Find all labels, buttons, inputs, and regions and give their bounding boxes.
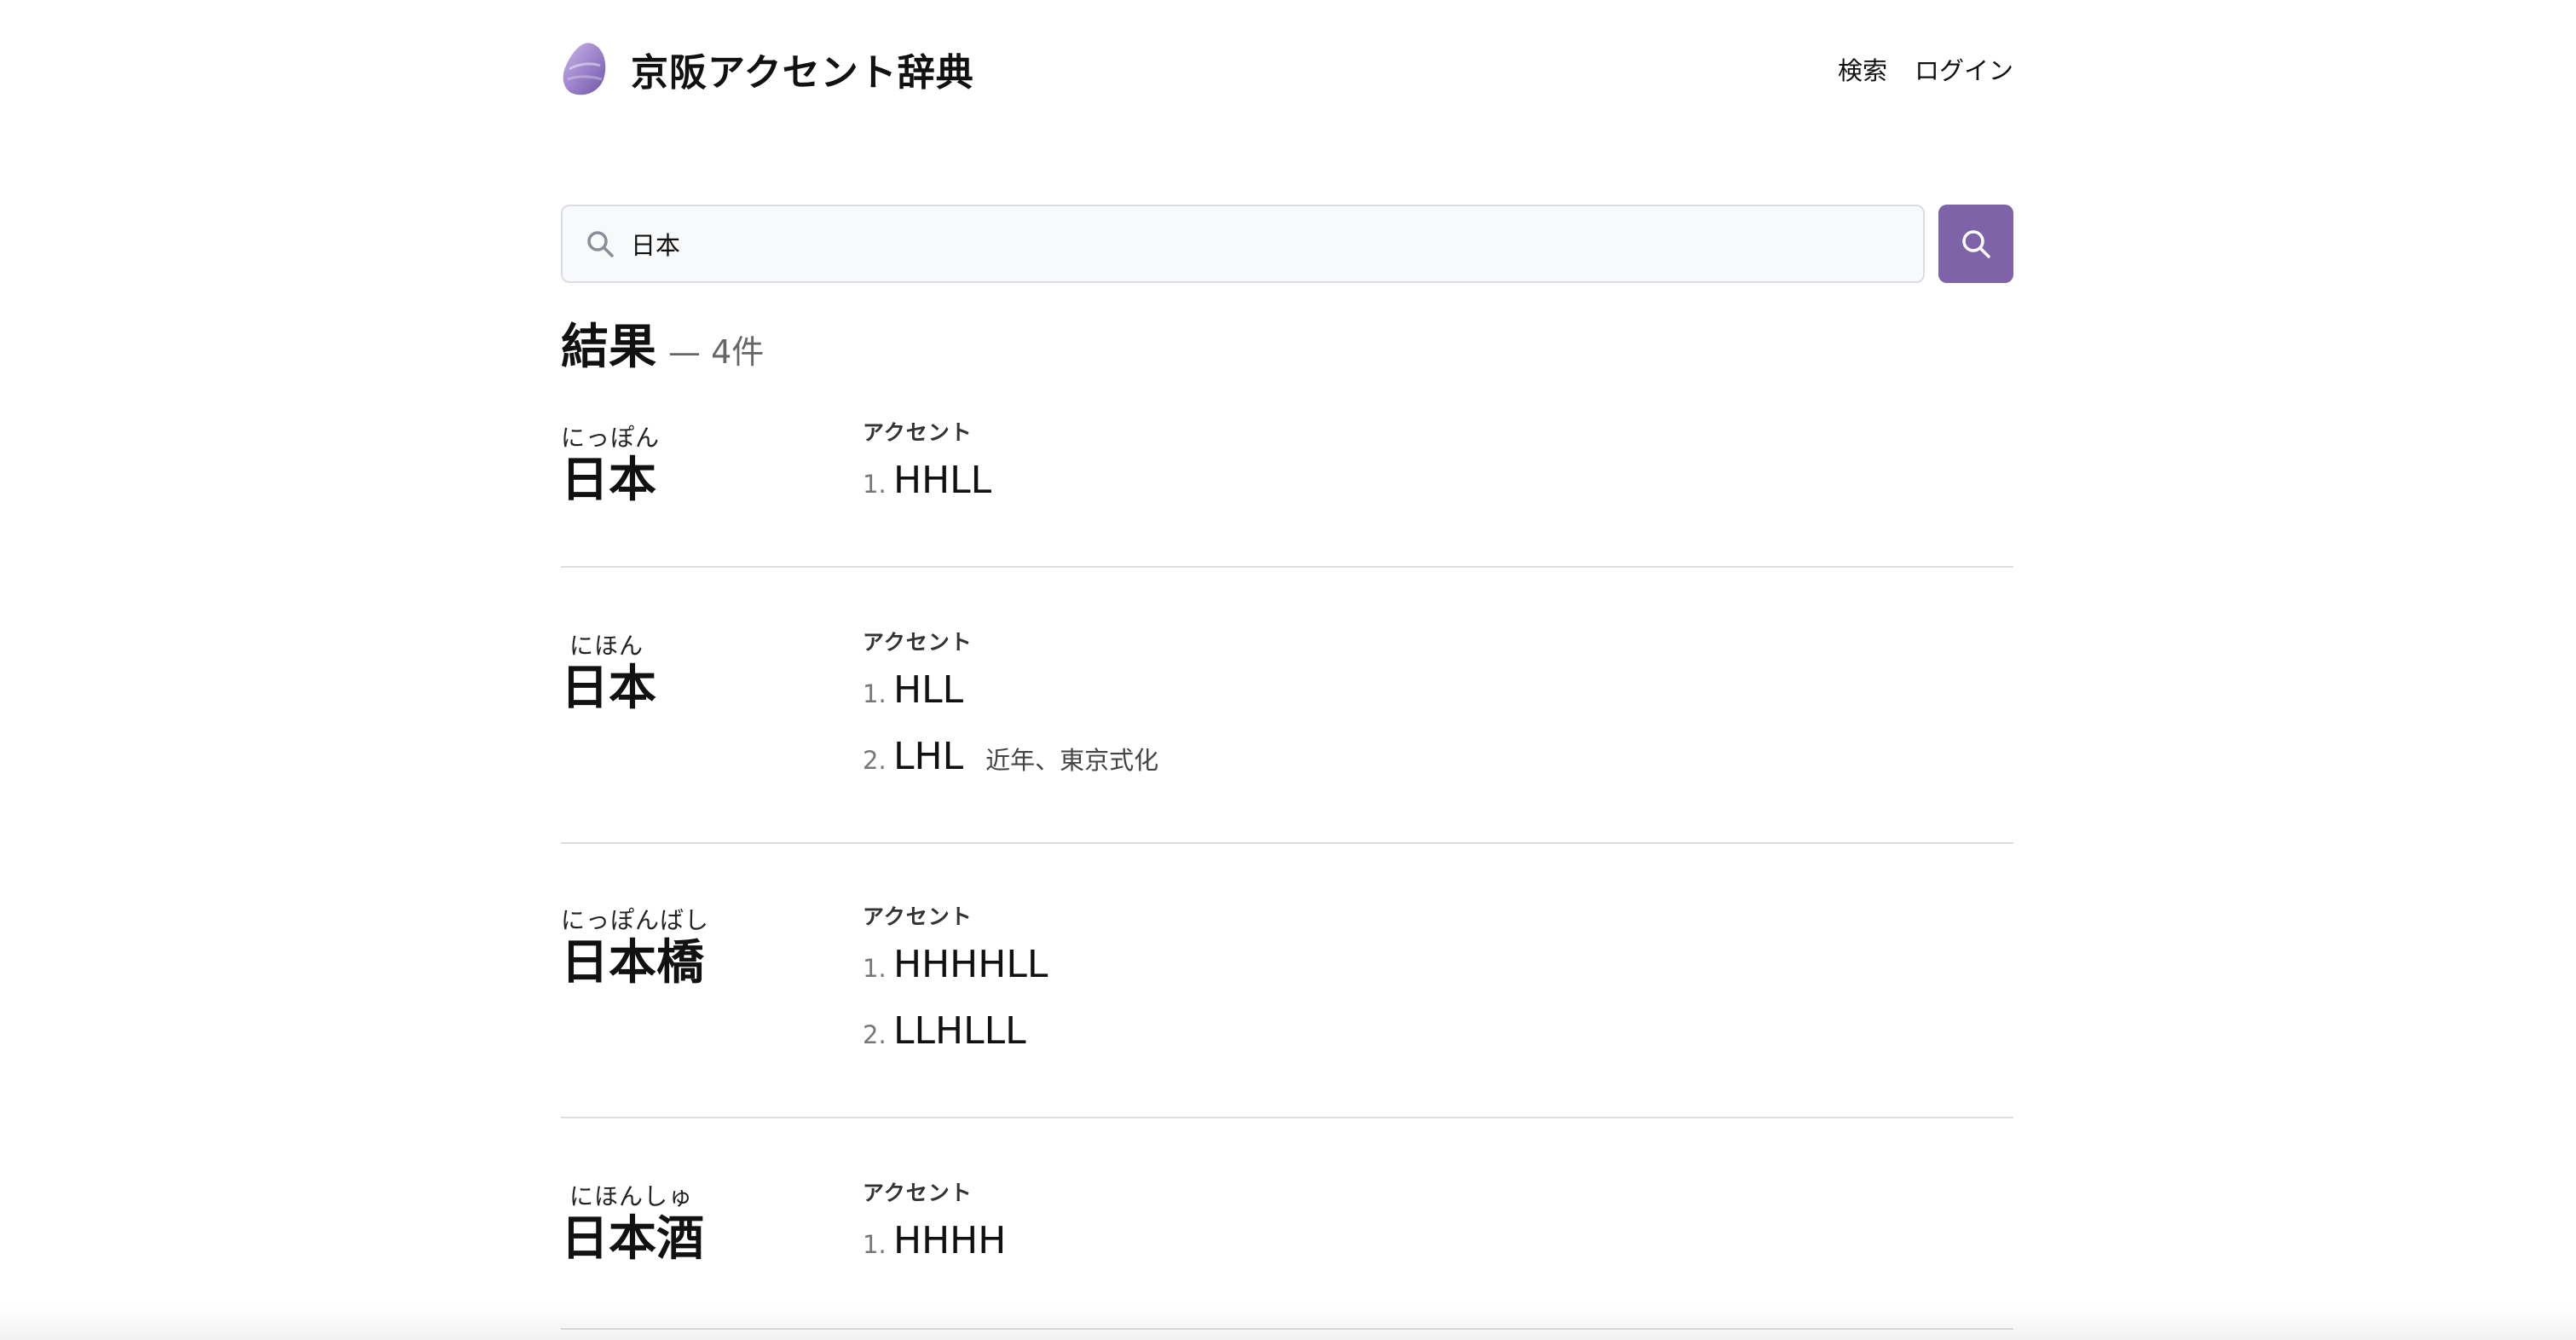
- entry-accents: アクセント 1. HHHHLL 2. LLHLLL: [863, 900, 1048, 1062]
- accent-item: 2. LLHLLL: [863, 1009, 1048, 1062]
- accent-label: アクセント: [863, 1181, 973, 1205]
- entry-accents: アクセント 1. HHLL: [863, 416, 991, 511]
- accent-item: 1. HLL: [863, 668, 1158, 721]
- accent-number: 1.: [863, 679, 887, 708]
- results-title: 結果: [561, 320, 656, 375]
- accent-pattern: HHHH: [893, 1219, 1007, 1262]
- results-list: にっぽん 日本 アクセント 1. HHLL にほん 日本 アクセント 1. HL…: [561, 401, 2013, 1330]
- accent-pattern: HLL: [893, 668, 964, 712]
- entry-headword[interactable]: 日本: [561, 453, 660, 508]
- entry-reading: にほんしゅ: [569, 1182, 694, 1210]
- entry-word: にほんしゅ 日本酒: [561, 1178, 704, 1267]
- site-title: 京阪アクセント辞典: [631, 51, 974, 95]
- accent-pattern: HHLL: [893, 459, 992, 502]
- nav-search-link[interactable]: 検索: [1838, 51, 1887, 87]
- search-bar: [561, 205, 2013, 283]
- accent-number: 2.: [863, 1020, 887, 1049]
- accent-label: アクセント: [863, 630, 973, 655]
- top-nav: 検索 ログイン: [1838, 51, 2013, 87]
- accent-item: 2. LHL 近年、東京式化: [863, 735, 1158, 788]
- entry-headword[interactable]: 日本酒: [561, 1211, 704, 1267]
- nav-login-link[interactable]: ログイン: [1915, 51, 2013, 87]
- accent-item: 1. HHLL: [863, 459, 991, 511]
- search-icon: [585, 228, 615, 259]
- accent-number: 1.: [863, 470, 887, 499]
- brand[interactable]: 京阪アクセント辞典: [561, 40, 974, 98]
- result-entry[interactable]: にっぽん 日本 アクセント 1. HHLL: [561, 401, 2013, 568]
- entry-word: にほん 日本: [561, 627, 656, 716]
- entry-reading: にっぽん: [561, 424, 661, 452]
- site-header: 京阪アクセント辞典 検索 ログイン: [561, 38, 2013, 101]
- page: 京阪アクセント辞典 検索 ログイン 結果 — 4件: [0, 0, 2576, 1340]
- accent-pattern: LLHLLL: [893, 1009, 1026, 1053]
- accent-item: 1. HHHHLL: [863, 943, 1048, 996]
- bottom-shadow: [0, 1306, 2576, 1340]
- accent-pattern: LHL: [893, 735, 964, 778]
- accent-item: 1. HHHH: [863, 1219, 1006, 1272]
- search-icon: [1962, 230, 1990, 258]
- accent-number: 1.: [863, 954, 887, 983]
- results-count: — 4件: [668, 333, 765, 371]
- accent-number: 2.: [863, 746, 887, 775]
- entry-word: にっぽんばし 日本橋: [561, 902, 709, 991]
- entry-accents: アクセント 1. HHHH: [863, 1176, 1006, 1272]
- entry-reading: にほん: [569, 632, 644, 660]
- result-entry[interactable]: にっぽんばし 日本橋 アクセント 1. HHHHLL 2. LLHLLL: [561, 844, 2013, 1118]
- entry-word: にっぽん 日本: [561, 419, 660, 508]
- accent-label: アクセント: [863, 420, 973, 445]
- entry-headword[interactable]: 日本橋: [561, 935, 709, 991]
- accent-pattern: HHHHLL: [893, 943, 1048, 986]
- search-input[interactable]: [631, 229, 1923, 258]
- result-entry[interactable]: にほん 日本 アクセント 1. HLL 2. LHL 近年、東京式化: [561, 568, 2013, 844]
- logo-icon: [563, 43, 606, 95]
- entry-accents: アクセント 1. HLL 2. LHL 近年、東京式化: [863, 626, 1158, 788]
- entry-reading: にっぽんばし: [561, 906, 710, 934]
- results-heading: 結果 — 4件: [561, 309, 764, 378]
- search-box[interactable]: [561, 205, 1925, 283]
- accent-number: 1.: [863, 1230, 887, 1259]
- search-button[interactable]: [1938, 205, 2013, 283]
- entry-headword[interactable]: 日本: [561, 661, 656, 716]
- result-entry[interactable]: にほんしゅ 日本酒 アクセント 1. HHHH: [561, 1118, 2013, 1330]
- accent-label: アクセント: [863, 904, 973, 929]
- accent-note: 近年、東京式化: [985, 746, 1159, 775]
